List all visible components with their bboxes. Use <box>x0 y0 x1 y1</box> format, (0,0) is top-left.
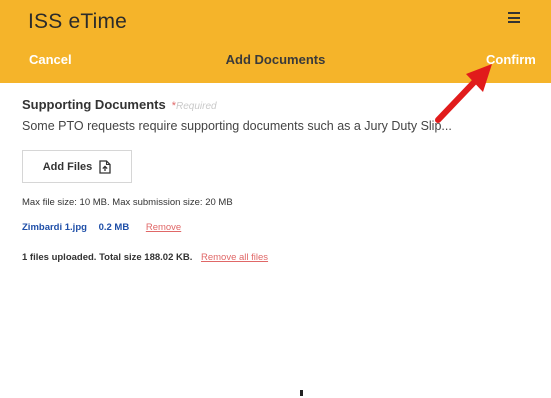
file-size: 0.2 MB <box>98 222 130 233</box>
mouse-cursor <box>300 390 303 396</box>
add-files-button[interactable]: Add Files <box>22 150 132 183</box>
hamburger-menu-icon[interactable] <box>508 11 522 24</box>
add-files-label: Add Files <box>42 160 93 173</box>
app-title: ISS eTime <box>28 10 128 33</box>
upload-summary-text: 1 files uploaded. Total size 188.02 KB. <box>22 252 193 263</box>
remove-all-files-link[interactable]: Remove all files <box>201 252 268 263</box>
section-description: Some PTO requests require supporting doc… <box>22 119 452 133</box>
file-size-limits: Max file size: 10 MB. Max submission siz… <box>22 197 233 208</box>
uploaded-file-row: Zimbardi 1.jpg 0.2 MB Remove <box>22 222 181 233</box>
file-upload-icon <box>99 159 111 174</box>
section-title: Supporting Documents *Required <box>22 97 217 112</box>
file-name-link[interactable]: Zimbardi 1.jpg <box>22 222 87 233</box>
remove-file-link[interactable]: Remove <box>146 222 181 233</box>
required-label: Required <box>176 101 217 112</box>
section-title-text: Supporting Documents <box>22 97 166 112</box>
upload-summary: 1 files uploaded. Total size 188.02 KB. … <box>22 252 268 263</box>
